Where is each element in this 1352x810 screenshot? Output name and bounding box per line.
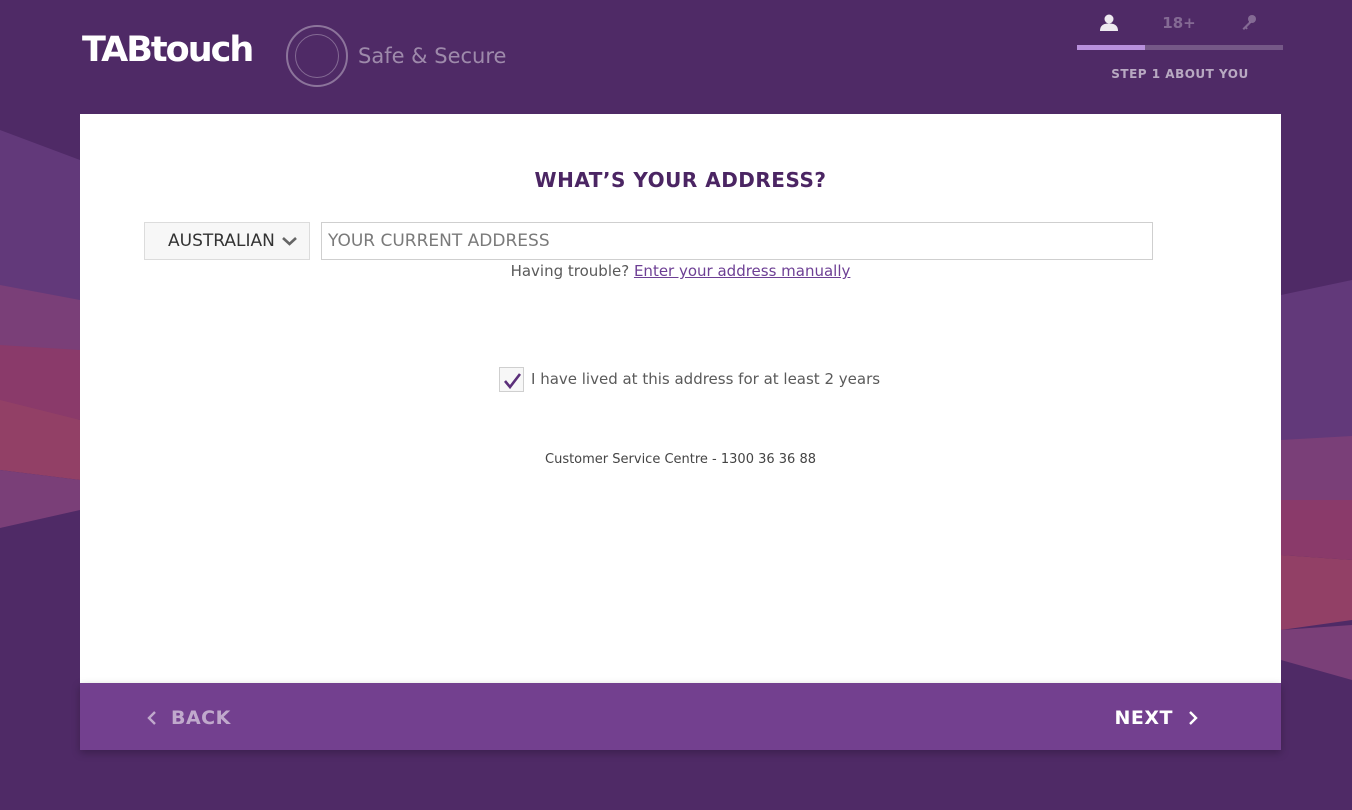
checkmark-icon <box>504 372 522 389</box>
chevron-right-icon <box>1189 711 1198 725</box>
government-seal-icon <box>286 25 348 87</box>
address-help: Having trouble? Enter your address manua… <box>80 262 1281 280</box>
navigation-bar: BACK NEXT <box>80 683 1281 750</box>
back-button[interactable]: BACK <box>146 705 231 731</box>
registration-steps: 18+ STEP 1 ABOUT YOU <box>1077 14 1283 84</box>
customer-service-text: Customer Service Centre - 1300 36 36 88 <box>545 452 816 467</box>
next-label: NEXT <box>1114 707 1173 729</box>
help-prefix: Having trouble? <box>510 262 630 280</box>
tabtouch-logo: TABtouch <box>82 30 254 70</box>
seal-inner-ring <box>295 34 339 78</box>
next-button[interactable]: NEXT <box>1115 705 1200 731</box>
lived-two-years-option[interactable]: I have lived at this address for at leas… <box>499 366 880 392</box>
address-input[interactable] <box>321 222 1153 260</box>
address-form-card: WHAT’S YOUR ADDRESS? AUSTRALIAN Having t… <box>80 114 1281 683</box>
enter-address-manually-link[interactable]: Enter your address manually <box>634 262 850 280</box>
back-label: BACK <box>171 707 231 729</box>
lived-two-years-label: I have lived at this address for at leas… <box>531 370 881 388</box>
user-icon <box>1089 14 1129 35</box>
step-progress-fill <box>1077 45 1145 50</box>
country-select[interactable]: AUSTRALIAN <box>144 222 310 260</box>
step-progress-bar <box>1077 45 1283 50</box>
chevron-left-icon <box>147 711 156 725</box>
chevron-down-icon <box>282 237 297 246</box>
country-select-value: AUSTRALIAN <box>168 231 275 251</box>
age-18-plus-icon: 18+ <box>1162 14 1196 32</box>
lived-two-years-checkbox[interactable] <box>499 366 524 392</box>
page-title: WHAT’S YOUR ADDRESS? <box>534 168 827 192</box>
step-label: STEP 1 ABOUT YOU <box>1111 67 1249 81</box>
safe-secure-tagline: Safe & Secure <box>358 44 507 68</box>
key-icon <box>1229 14 1269 34</box>
